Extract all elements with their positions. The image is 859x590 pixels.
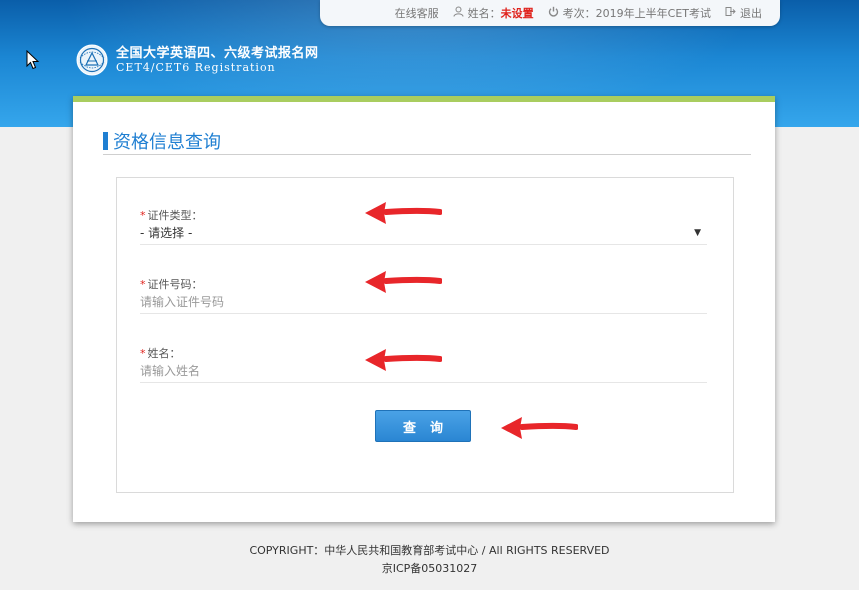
name-value[interactable]: 未设置	[501, 5, 534, 21]
heading-marker	[103, 132, 108, 150]
name-label: 姓名：	[467, 7, 501, 20]
cet-emblem-icon	[76, 44, 108, 76]
icp-number[interactable]: 京ICP备05031027	[0, 560, 859, 578]
main-panel: 资格信息查询 * 证件类型： - 请选择 - ▼ * 证件号码： 请输入证件号码 *…	[73, 96, 775, 522]
online-service-label[interactable]: 在线客服	[395, 5, 439, 21]
panel-accent-bar	[73, 96, 775, 102]
name-label-text: 姓名：	[147, 347, 181, 360]
user-icon	[453, 6, 464, 20]
annotation-arrow-icon	[365, 271, 442, 293]
page-heading: 资格信息查询	[103, 130, 751, 155]
annotation-arrow-icon	[365, 202, 442, 224]
exam-value: 2019年上半年CET考试	[595, 7, 711, 20]
page-title: 资格信息查询	[113, 132, 221, 153]
exam-label: 考次：	[562, 7, 596, 20]
annotation-arrow-icon	[365, 349, 442, 371]
logout-icon	[725, 6, 736, 20]
site-subtitle: CET4/CET6 Registration	[116, 60, 276, 74]
id-number-label-text: 证件号码：	[147, 278, 203, 291]
query-button[interactable]: 查询	[375, 410, 471, 442]
annotation-arrow-icon	[501, 417, 578, 439]
copyright-text: COPYRIGHT：中华人民共和国教育部考试中心 / All RIGHTS RE…	[249, 544, 610, 557]
logout-label[interactable]: 退出	[740, 5, 762, 21]
top-user-bar: 在线客服 姓名： 未设置 考次： 2019年上半年CET考试 退出	[320, 0, 780, 26]
exam-session-info: 考次： 2019年上半年CET考试	[548, 5, 711, 21]
power-icon	[548, 6, 559, 20]
site-logo[interactable]: 全国大学英语四、六级考试报名网 CET4/CET6 Registration	[76, 44, 319, 76]
site-title: 全国大学英语四、六级考试报名网	[116, 45, 319, 61]
online-service-link[interactable]: 在线客服	[395, 5, 439, 21]
chevron-down-icon[interactable]: ▼	[694, 228, 701, 238]
required-mark: *	[140, 278, 146, 291]
logout-link[interactable]: 退出	[725, 5, 762, 21]
required-mark: *	[140, 209, 146, 222]
user-name-info: 姓名： 未设置	[453, 5, 534, 21]
required-mark: *	[140, 347, 146, 360]
mouse-cursor-icon	[26, 50, 40, 70]
site-footer: COPYRIGHT：中华人民共和国教育部考试中心 / All RIGHTS RE…	[0, 542, 859, 578]
id-type-label-text: 证件类型：	[147, 209, 203, 222]
